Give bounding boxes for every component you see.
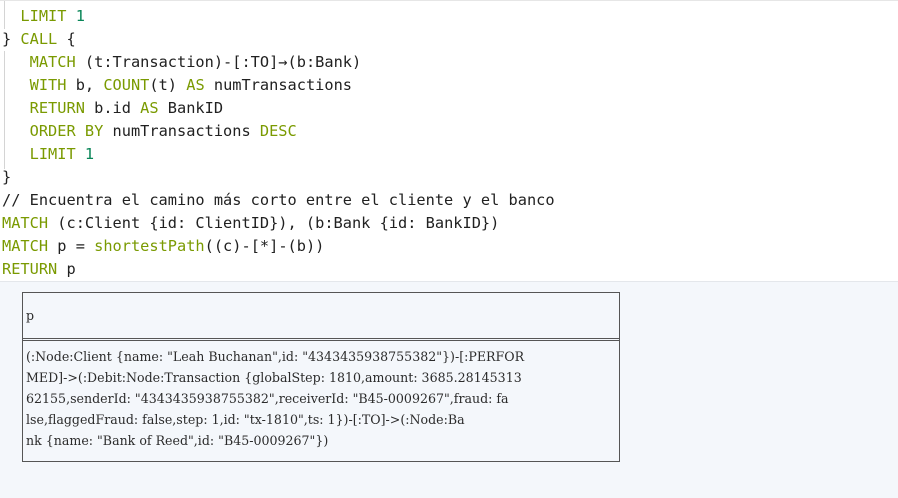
code-token: LIMIT [20,7,67,25]
code-line: } CALL { [2,28,76,51]
code-token: shortestPath [94,237,205,255]
code-line: // Encuentra el camino más corto entre e… [2,189,555,212]
code-token: MATCH [2,214,49,232]
code-line: MATCH (t:Transaction)-[:TO]→(b:Bank) [2,51,362,74]
code-token: COUNT [103,76,150,94]
code-token: LIMIT [29,145,76,163]
code-line: WITH b, COUNT(t) AS numTransactions [2,74,352,97]
code-token: RETURN [29,99,85,117]
code-token: b, [66,76,104,94]
header-separator [22,338,620,341]
table-bottom-border [22,461,620,462]
table-left-border [22,292,23,462]
code-line: MATCH (c:Client {id: ClientID}), (b:Bank… [2,212,499,235]
result-row-line: (:Node:Client {name: "Leah Buchanan",id:… [26,349,525,364]
result-row-line: 62155,senderId: "4343435938755382",recei… [26,391,509,406]
code-token: } [2,168,12,186]
code-token: WITH [29,76,67,94]
code-token: { [57,30,76,48]
code-token: p [57,260,76,278]
code-token: 1 [84,145,95,163]
code-token: ((c)-[*]-(b)) [204,237,325,255]
code-token: 1 [75,7,85,25]
code-token: numTransactions [103,122,260,140]
column-header-p: p [26,308,35,323]
query-result-output: p (:Node:Client {name: "Leah Buchanan",i… [0,281,898,498]
code-token: (t) [149,76,187,94]
code-token: (t:Transaction)-[:TO]→(b:Bank) [75,53,362,71]
code-line: MATCH p = shortestPath((c)-[*]-(b)) [2,235,324,258]
code-token: // Encuentra el camino más corto entre e… [2,191,555,209]
code-line: LIMIT 1 [2,143,95,166]
code-line: RETURN b.id AS BankID [2,97,223,120]
code-token: DESC [259,122,297,140]
code-token: numTransactions [204,76,353,94]
code-token: AS [140,99,159,117]
code-editor-cell[interactable]: LIMIT 1} CALL { MATCH (t:Transaction)-[:… [0,0,898,282]
code-token: (c:Client {id: ClientID}), (b:Bank {id: … [48,214,500,232]
code-token: p = [48,237,95,255]
table-right-border [619,292,620,462]
result-row-line: MED]->(:Debit:Node:Transaction {globalSt… [26,370,522,385]
result-row-line: lse,flaggedFraud: false,step: 1,id: "tx-… [26,412,465,427]
code-token: BankID [158,99,224,117]
code-token: } [2,30,21,48]
code-line: } [2,166,11,189]
code-token: ORDER BY [29,122,104,140]
result-row-line: nk {name: "Bank of Reed",id: "B45-000926… [26,433,329,448]
table-top-border [22,292,620,293]
code-token: MATCH [29,53,76,71]
code-token: CALL [20,30,58,48]
code-token: b.id [84,99,141,117]
code-token: AS [186,76,205,94]
code-token: MATCH [2,237,49,255]
code-line: ORDER BY numTransactions DESC [2,120,297,143]
result-table: p (:Node:Client {name: "Leah Buchanan",i… [22,292,620,462]
code-token: RETURN [2,260,58,278]
code-line: LIMIT 1 [2,5,85,28]
code-line: RETURN p [2,258,76,281]
